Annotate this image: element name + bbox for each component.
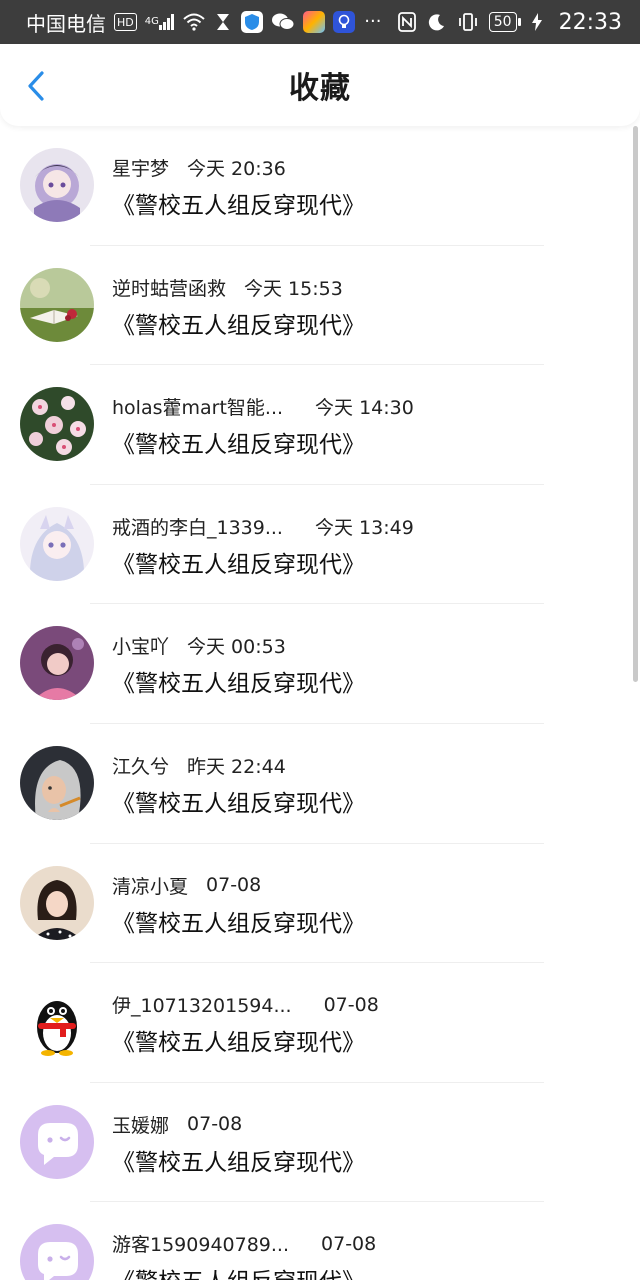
item-meta: 星宇梦 今天 20:36 <box>112 154 286 181</box>
user-name: 逆时蛄营函救 <box>112 277 227 300</box>
list-item[interactable]: 游客1590940789... 07-08 《警校五人组反穿现代》 <box>0 1202 640 1280</box>
penguin-avatar[interactable] <box>20 985 94 1060</box>
shield-app-icon <box>240 11 263 33</box>
status-right: 50 22:33 <box>397 10 622 35</box>
favorite-time: 今天 20:36 <box>187 158 286 180</box>
user-name: holas藿mart智能... <box>112 397 284 420</box>
favorite-time: 今天 15:53 <box>244 277 343 300</box>
user-name: 星宇梦 <box>112 158 170 180</box>
item-meta: 伊_10713201594... 07-08 <box>112 991 379 1018</box>
item-meta: 江久兮 昨天 22:44 <box>112 752 286 779</box>
favorite-time: 07-08 <box>323 993 379 1016</box>
book-title: 《警校五人组反穿现代》 <box>112 193 365 219</box>
back-button[interactable] <box>18 68 54 104</box>
battery-level: 50 <box>493 14 512 30</box>
book-title: 《警校五人组反穿现代》 <box>112 551 365 578</box>
moon-icon <box>427 11 447 33</box>
favorite-time: 07-08 <box>187 1113 243 1136</box>
page-title: 收藏 <box>289 71 351 106</box>
book-title: 《警校五人组反穿现代》 <box>112 790 365 817</box>
user-name: 伊_10713201594... <box>112 995 292 1018</box>
list-item[interactable]: 江久兮 昨天 22:44 《警校五人组反穿现代》 <box>0 724 640 844</box>
book-title: 《警校五人组反穿现代》 <box>112 1030 365 1057</box>
favorite-time: 今天 13:49 <box>314 516 414 539</box>
scrollbar[interactable] <box>633 126 638 682</box>
girl-photo-avatar[interactable] <box>20 626 94 701</box>
hourglass-icon <box>213 11 233 33</box>
item-meta: 清凉小夏 07-08 <box>112 872 261 899</box>
chevron-left-icon <box>28 71 44 101</box>
clock: 22:33 <box>558 9 622 35</box>
item-meta: 小宝吖 今天 00:53 <box>112 632 286 659</box>
book-title: 《警校五人组反穿现代》 <box>112 671 365 698</box>
favorite-time: 今天 14:30 <box>315 397 414 420</box>
book-title: 《警校五人组反穿现代》 <box>112 910 365 937</box>
list-item[interactable]: 逆时蛄营函救 今天 15:53 《警校五人组反穿现代》 <box>0 246 640 366</box>
list-item[interactable]: 戒酒的李白_1339... 今天 13:49 《警校五人组反穿现代》 <box>0 485 640 605</box>
user-name: 江久兮 <box>112 755 170 778</box>
favorite-time: 昨天 22:44 <box>187 755 286 778</box>
user-name: 小宝吖 <box>112 636 170 659</box>
book-grass-avatar[interactable] <box>20 267 94 342</box>
vibrate-icon <box>457 11 479 33</box>
list-item[interactable]: 伊_10713201594... 07-08 《警校五人组反穿现代》 <box>0 963 640 1083</box>
user-name: 游客1590940789... <box>112 1234 290 1257</box>
favorites-list: 星宇梦 今天 20:36 《警校五人组反穿现代》 逆时蛄营函救 今天 15:53… <box>0 126 640 1280</box>
wifi-icon <box>183 11 205 33</box>
anime-portrait-avatar[interactable] <box>20 745 94 820</box>
hd-icon: HD <box>114 13 137 31</box>
user-name: 玉媛娜 <box>112 1114 170 1137</box>
bulb-app-icon <box>332 11 355 33</box>
item-meta: 戒酒的李白_1339... 今天 13:49 <box>112 513 414 540</box>
anime-girl-avatar[interactable] <box>20 148 94 222</box>
anime-girl-avatar[interactable] <box>20 506 94 581</box>
list-item[interactable]: 清凉小夏 07-08 《警校五人组反穿现代》 <box>0 844 640 964</box>
girl-photo-avatar[interactable] <box>20 865 94 940</box>
user-name: 戒酒的李白_1339... <box>112 516 283 539</box>
item-meta: 游客1590940789... 07-08 <box>112 1230 376 1257</box>
list-item[interactable]: 星宇梦 今天 20:36 《警校五人组反穿现代》 <box>0 126 640 246</box>
flowers-avatar[interactable] <box>20 387 94 462</box>
book-title: 《警校五人组反穿现代》 <box>112 1262 365 1280</box>
more-notifications-icon: ··· <box>364 11 382 32</box>
list-item[interactable]: 小宝吖 今天 00:53 《警校五人组反穿现代》 <box>0 604 640 724</box>
book-title: 《警校五人组反穿现代》 <box>112 432 365 459</box>
list-item[interactable]: 玉媛娜 07-08 《警校五人组反穿现代》 <box>0 1083 640 1203</box>
user-name: 清凉小夏 <box>112 875 189 898</box>
nfc-icon <box>397 11 417 33</box>
favorite-time: 07-08 <box>206 874 262 897</box>
default-chat-avatar[interactable] <box>20 1104 94 1179</box>
item-meta: 玉媛娜 07-08 <box>112 1111 242 1138</box>
battery-icon: 50 <box>488 12 521 32</box>
favorite-time: 07-08 <box>321 1232 377 1255</box>
item-meta: holas藿mart智能... 今天 14:30 <box>112 393 414 420</box>
book-title: 《警校五人组反穿现代》 <box>112 312 365 339</box>
colorful-app-icon <box>302 11 325 33</box>
carrier-label: 中国电信 <box>26 11 106 36</box>
default-chat-avatar[interactable] <box>20 1224 94 1280</box>
status-bar: 中国电信 HD 4G ··· 50 22:33 <box>0 0 640 44</box>
nav-header: 收藏 <box>0 44 640 126</box>
item-meta: 逆时蛄营函救 今天 15:53 <box>112 274 343 301</box>
cellular-signal-icon: 4G <box>145 11 175 33</box>
list-item[interactable]: holas藿mart智能... 今天 14:30 《警校五人组反穿现代》 <box>0 365 640 485</box>
book-title: 《警校五人组反穿现代》 <box>112 1149 365 1176</box>
favorite-time: 今天 00:53 <box>187 636 286 659</box>
wechat-icon <box>271 11 295 33</box>
status-left: 中国电信 HD 4G ··· <box>26 8 397 37</box>
charging-icon <box>527 11 547 33</box>
